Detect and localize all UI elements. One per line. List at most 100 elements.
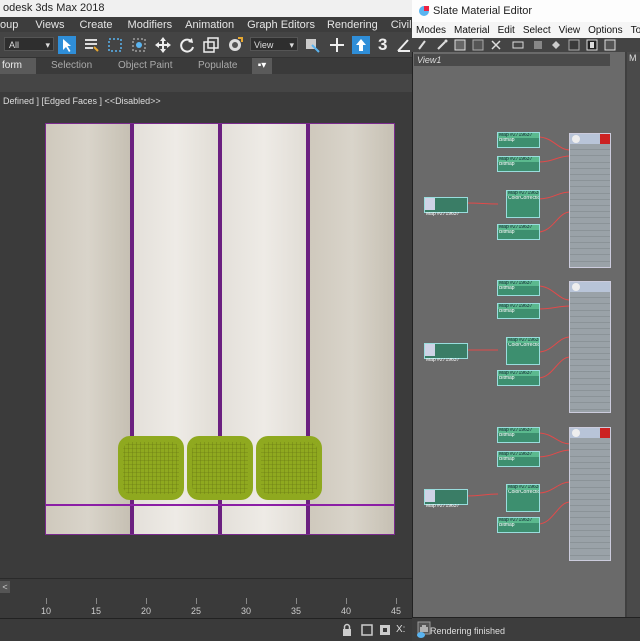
material-node[interactable] [569,427,611,561]
tab-selection[interactable]: Selection [51,58,92,74]
ruler-label: 35 [290,606,302,616]
background-icon[interactable] [568,39,580,51]
bitmap-map-node[interactable]: Map #2719637 Bitmap [497,132,540,148]
sme-menu-options[interactable]: Options [584,25,626,36]
menu-views[interactable]: Views [23,19,69,31]
reset-map-icon[interactable] [472,39,484,51]
place-icon[interactable] [226,36,244,54]
move-children-icon[interactable] [512,39,524,51]
sme-menu-tools[interactable]: Tools [627,25,640,36]
max-menu-bar: oup Views Create Modifiers Animation Gra… [0,17,438,32]
material-node[interactable] [569,133,611,268]
pick-material-icon[interactable] [417,39,429,51]
x-coordinate-label: X: [396,624,406,635]
bitmap-map-node[interactable]: Map #2719637 Bitmap [497,280,540,296]
menu-create[interactable]: Create [70,19,118,31]
tab-object-paint[interactable]: Object Paint [118,58,172,74]
ruler-label: 40 [340,606,352,616]
window-crossing-icon[interactable] [130,36,148,54]
isolate-selection-icon[interactable] [360,623,374,637]
ribbon-options-button[interactable]: ▪▾ [252,58,272,74]
ribbon-tab-bar: form Selection Object Paint Populate ▪▾ [0,58,412,74]
color-correction-node[interactable]: Map #2719635ColorCorrection [506,337,540,365]
render-teapot-icon [417,632,425,638]
panel-letter: M [629,53,637,63]
material-editor-icon [419,6,429,16]
tab-populate[interactable]: Populate [198,58,237,74]
angle-snap-icon[interactable] [395,36,413,54]
show-map-in-viewport-icon[interactable] [550,39,562,51]
floor-plank [46,124,130,534]
ruler-label: 15 [90,606,102,616]
bitmap-map-node[interactable]: Map #2719637 [424,197,468,217]
reference-coordinate-dropdown[interactable]: View ▾ [250,37,298,51]
pivot-center-icon[interactable] [303,36,321,54]
color-correction-node[interactable]: Map #2719635ColorCorrection [506,484,540,512]
menu-animation[interactable]: Animation [177,19,239,31]
chair-mesh[interactable] [118,436,184,500]
sme-right-panel: M [627,52,640,617]
lock-icon[interactable] [340,623,354,637]
sme-toolbar [412,38,640,52]
bitmap-map-node[interactable]: Map #2719637 [424,343,468,363]
chair-mesh[interactable] [256,436,322,500]
sme-menu-view[interactable]: View [555,25,585,36]
bitmap-map-node[interactable]: Map #2719637 Bitmap [497,370,540,386]
bitmap-map-node[interactable]: Map #2719637 Bitmap [497,224,540,240]
bitmap-map-node[interactable]: Map #2719637 Bitmap [497,451,540,467]
select-by-name-icon[interactable] [82,36,100,54]
sme-menu-material[interactable]: Material [450,25,494,36]
max-title-bar: odesk 3ds Max 2018 [0,0,412,17]
select-by-material-icon[interactable] [586,39,598,51]
main-toolbar: All ▾ View ▾ 3 [0,32,412,58]
snaps-toggle-3d-icon[interactable]: 3 [378,36,396,54]
track-bar-ruler[interactable]: 10 15 20 25 30 35 40 45 [0,594,412,618]
material-node[interactable] [569,281,611,413]
absolute-mode-icon[interactable] [378,623,392,637]
chair-mesh[interactable] [187,436,253,500]
max-window-title: odesk 3ds Max 2018 [3,2,105,14]
sme-menu-modes[interactable]: Modes [412,25,450,36]
select-object-icon[interactable] [58,36,76,54]
move-icon[interactable] [154,36,172,54]
delete-icon[interactable] [490,39,502,51]
menu-graph-editors[interactable]: Graph Editors [239,19,320,31]
menu-rendering[interactable]: Rendering [320,19,383,31]
select-manipulate-icon[interactable] [328,36,346,54]
hide-unused-slots-icon[interactable] [532,39,544,51]
floor-plank [310,124,394,534]
tab-freeform[interactable]: form [0,58,36,74]
ribbon-panel [0,74,412,93]
rectangular-selection-icon[interactable] [106,36,124,54]
ruler-label: 10 [40,606,52,616]
scale-icon[interactable] [202,36,220,54]
menu-group[interactable]: oup [0,19,23,31]
chevron-down-icon: ▾ [45,40,50,50]
ruler-label: 20 [140,606,152,616]
color-correction-node[interactable]: Map #2719635ColorCorrection [506,190,540,218]
time-slider[interactable]: < [0,578,412,595]
arrow-left-icon[interactable]: < [0,581,10,593]
bitmap-map-node[interactable]: Map #2719637 Bitmap [497,303,540,319]
material-slot[interactable] [570,255,610,262]
material-map-navigator-icon[interactable] [604,39,616,51]
ruler-label: 45 [390,606,402,616]
sme-menu-edit[interactable]: Edit [494,25,519,36]
sme-menu-bar: Modes Material Edit Select View Options … [412,22,640,38]
bitmap-map-node[interactable]: Map #2719637 Bitmap [497,517,540,533]
bitmap-map-node[interactable]: Map #2719637 Bitmap [497,156,540,172]
status-bar: X: [0,618,412,641]
assign-material-icon[interactable] [454,39,466,51]
eyedropper-icon[interactable] [436,39,448,51]
rotate-icon[interactable] [178,36,196,54]
material-slot[interactable] [570,549,610,556]
selection-filter-dropdown[interactable]: All ▾ [4,37,54,51]
sme-menu-select[interactable]: Select [519,25,555,36]
material-slot[interactable] [570,403,610,410]
menu-modifiers[interactable]: Modifiers [118,19,178,31]
bitmap-map-node[interactable]: Map #2719637 Bitmap [497,427,540,443]
bitmap-map-node[interactable]: Map #2719637 [424,489,468,509]
reference-coordinate-value: View [254,40,274,50]
keyboard-shortcut-toggle-icon[interactable] [352,36,370,54]
sme-status-text: Rendering finished [430,626,506,636]
